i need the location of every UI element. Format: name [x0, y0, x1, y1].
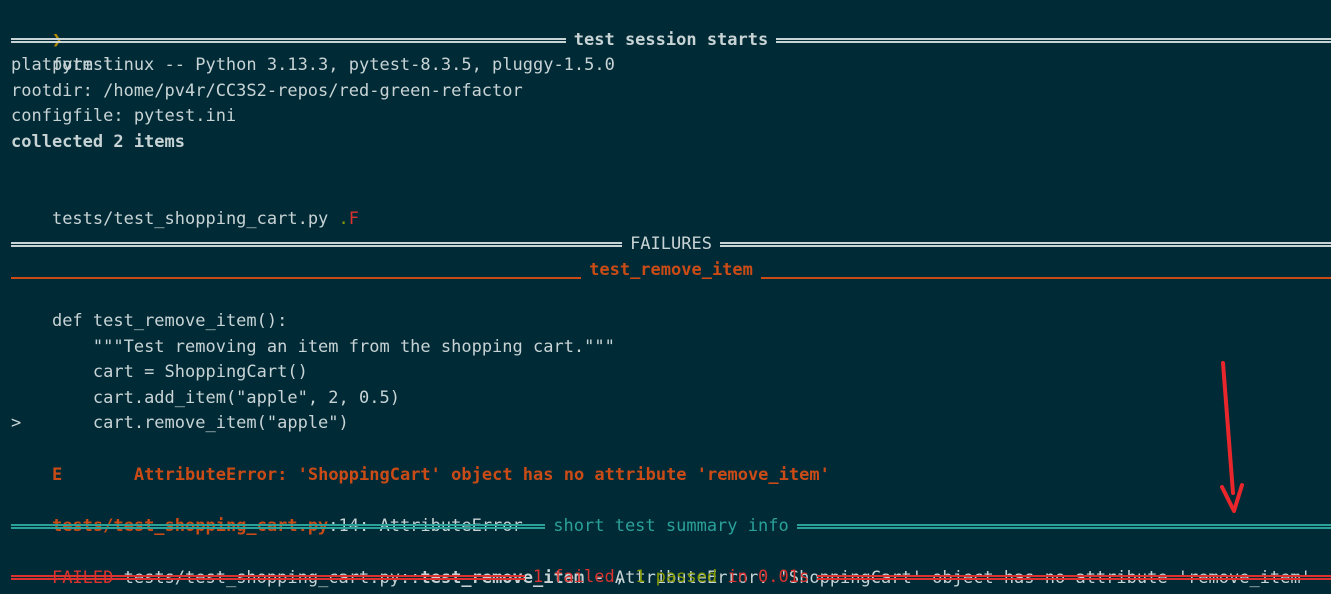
result-comma: ,	[614, 567, 636, 587]
separator-rule	[776, 38, 1331, 44]
passed-count: 1 passed	[635, 567, 718, 587]
separator-rule	[760, 276, 1331, 279]
red-arrow-annotation-icon	[1220, 361, 1244, 513]
session-separator: test session starts	[11, 28, 1331, 54]
error-line: E AttributeError: 'ShoppingCart' object …	[11, 437, 830, 485]
separator-rule	[11, 242, 623, 248]
test-file-path: tests/test_shopping_cart.py	[51, 208, 339, 229]
code-line: def test_remove_item():	[51, 311, 288, 331]
separator-rule	[11, 575, 525, 581]
result-separator: 1 failed, 1 passed in 0.01s	[11, 565, 1331, 591]
pass-marker: .	[338, 208, 349, 229]
failing-test-header: test_remove_item	[589, 260, 753, 280]
session-header: test session starts	[573, 30, 769, 50]
test-file-line: tests/test_shopping_cart.py .F	[11, 181, 359, 229]
summary-separator: short test summary info	[11, 514, 1331, 540]
error-marker: E	[51, 464, 63, 485]
separator-rule	[11, 524, 546, 530]
failures-separator: FAILURES	[11, 232, 1331, 258]
failed-count: 1 failed	[532, 567, 615, 587]
separator-rule	[11, 38, 566, 44]
code-line: cart.add_item("apple", 2, 0.5)	[51, 388, 400, 408]
separator-rule	[817, 575, 1331, 581]
error-message: AttributeError: 'ShoppingCart' object ha…	[133, 464, 830, 485]
platform-line: platform linux -- Python 3.13.3, pytest-…	[11, 55, 615, 75]
summary-header: short test summary info	[553, 516, 789, 536]
configfile-line: configfile: pytest.ini	[11, 106, 237, 126]
result-summary: 1 failed, 1 passed in 0.01s	[525, 565, 817, 591]
prompt-line: ❯ pytest	[11, 2, 113, 76]
result-time: in 0.01s	[717, 567, 810, 587]
code-line-current: > cart.remove_item("apple")	[11, 413, 349, 433]
failures-header: FAILURES	[630, 234, 712, 254]
failed-summary-line: FAILED tests/test_shopping_cart.py::test…	[11, 540, 1311, 588]
separator-rule	[11, 276, 582, 279]
failing-test-separator: test_remove_item	[11, 258, 1331, 284]
fail-marker: F	[348, 208, 360, 229]
rootdir-line: rootdir: /home/pv4r/CC3S2-repos/red-gree…	[11, 81, 523, 101]
location-line: tests/test_shopping_cart.py:14: Attribut…	[11, 488, 523, 536]
separator-rule	[719, 242, 1331, 248]
separator-rule	[796, 524, 1331, 530]
collected-line: collected 2 items	[11, 132, 185, 152]
code-line: cart = ShoppingCart()	[51, 362, 308, 382]
code-line: """Test removing an item from the shoppi…	[51, 337, 615, 357]
